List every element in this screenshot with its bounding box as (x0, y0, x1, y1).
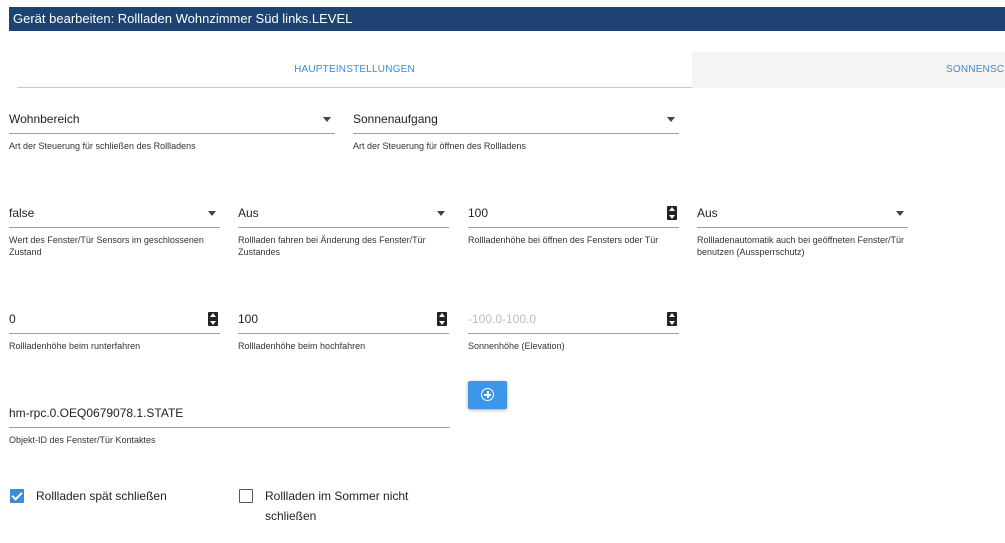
height-down-input[interactable]: 0 Rollladenhöhe beim runterfahren (9, 304, 220, 352)
sun-elevation-helper: Sonnenhöhe (Elevation) (468, 341, 565, 351)
height-down-value[interactable]: 0 (9, 304, 220, 334)
close-late-checkbox-row[interactable]: Rollladen spät schließen (10, 489, 220, 506)
dialog-title: Gerät bearbeiten: Rollladen Wohnzimmer S… (9, 7, 1005, 31)
chevron-down-icon (208, 211, 216, 216)
height-up-input[interactable]: 100 Rollladenhöhe beim hochfahren (238, 304, 449, 352)
spinner-icon[interactable] (667, 312, 677, 326)
height-up-value[interactable]: 100 (238, 304, 449, 334)
sensor-closed-state-helper: Wert des Fenster/Tür Sensors im geschlos… (9, 235, 204, 257)
move-on-change-select[interactable]: Aus Rollladen fahren bei Änderung des Fe… (238, 198, 449, 258)
spinner-icon[interactable] (208, 312, 218, 326)
chevron-down-icon (437, 211, 445, 216)
spinner-icon[interactable] (437, 312, 447, 326)
open-type-select[interactable]: Sonnenaufgang Art der Steuerung für öffn… (353, 104, 679, 152)
height-down-helper: Rollladenhöhe beim runterfahren (9, 341, 141, 351)
lockout-protection-helper: Rollladenautomatik auch bei geöffneten F… (697, 235, 904, 257)
close-type-value[interactable]: Wohnbereich (9, 104, 335, 134)
no-close-summer-label[interactable]: Rollladen im Sommer nicht schließen (265, 486, 439, 526)
height-up-helper: Rollladenhöhe beim hochfahren (238, 341, 366, 351)
sun-elevation-value[interactable]: -100.0-100.0 (468, 304, 679, 334)
lockout-protection-select[interactable]: Aus Rollladenautomatik auch bei geöffnet… (697, 198, 908, 258)
no-close-summer-checkbox-row[interactable]: Rollladen im Sommer nicht schließen (239, 489, 439, 526)
spinner-icon[interactable] (667, 206, 677, 220)
sensor-closed-state-select[interactable]: false Wert des Fenster/Tür Sensors im ge… (9, 198, 220, 258)
tab-bar: HAUPTEINSTELLUNGEN SONNENSCH (17, 52, 1005, 88)
no-close-summer-checkbox[interactable] (239, 489, 253, 503)
tab-haupteinstellungen[interactable]: HAUPTEINSTELLUNGEN (17, 52, 692, 88)
lockout-protection-value[interactable]: Aus (697, 198, 908, 228)
chevron-down-icon (896, 211, 904, 216)
move-on-change-helper: Rollladen fahren bei Änderung des Fenste… (238, 235, 426, 257)
plus-circle-icon (481, 388, 494, 401)
sensor-closed-state-value[interactable]: false (9, 198, 220, 228)
chevron-down-icon (323, 117, 331, 122)
check-icon (11, 489, 23, 501)
contact-object-id-helper: Objekt-ID des Fenster/Tür Kontaktes (9, 435, 156, 445)
close-late-label[interactable]: Rollladen spät schließen (36, 486, 167, 506)
tab-sonnenschutz[interactable]: SONNENSCH (946, 52, 1005, 88)
close-type-select[interactable]: Wohnbereich Art der Steuerung für schlie… (9, 104, 335, 152)
height-on-open-helper: Rollladenhöhe bei öffnen des Fensters od… (468, 235, 659, 245)
open-type-helper: Art der Steuerung für öffnen des Rolllad… (353, 141, 526, 151)
height-on-open-input[interactable]: 100 Rollladenhöhe bei öffnen des Fenster… (468, 198, 679, 246)
chevron-down-icon (667, 117, 675, 122)
contact-object-id-value[interactable]: hm-rpc.0.OEQ0679078.1.STATE (9, 398, 450, 428)
add-object-id-button[interactable] (468, 381, 507, 409)
open-type-value[interactable]: Sonnenaufgang (353, 104, 679, 134)
close-late-checkbox[interactable] (10, 489, 24, 503)
sun-elevation-input[interactable]: -100.0-100.0 Sonnenhöhe (Elevation) (468, 304, 679, 352)
height-on-open-value[interactable]: 100 (468, 198, 679, 228)
close-type-helper: Art der Steuerung für schließen des Roll… (9, 141, 196, 151)
contact-object-id-input[interactable]: hm-rpc.0.OEQ0679078.1.STATE Objekt-ID de… (9, 398, 450, 446)
move-on-change-value[interactable]: Aus (238, 198, 449, 228)
